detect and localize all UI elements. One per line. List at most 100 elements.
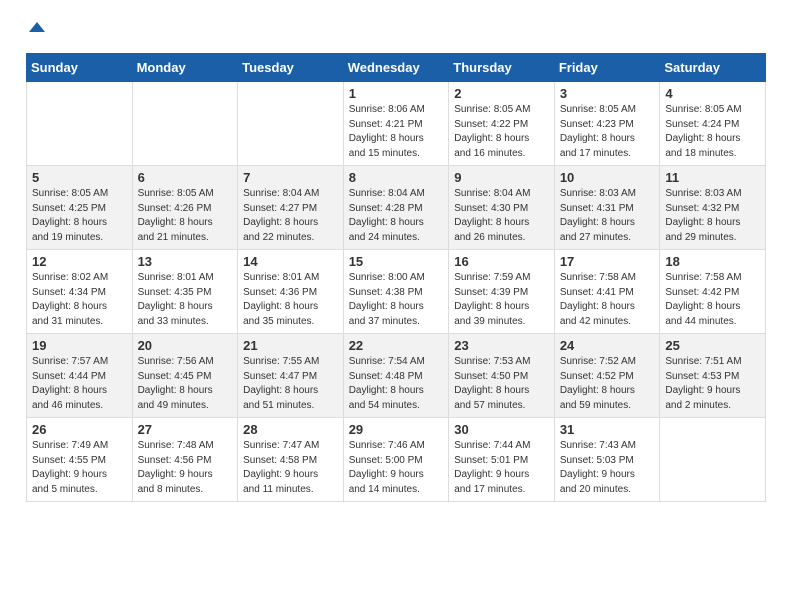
- day-number: 13: [138, 254, 233, 269]
- day-info: Sunrise: 7:53 AM Sunset: 4:50 PM Dayligh…: [454, 355, 549, 413]
- calendar-cell: 10Sunrise: 8:03 AM Sunset: 4:31 PM Dayli…: [554, 166, 660, 250]
- day-info: Sunrise: 7:58 AM Sunset: 4:41 PM Dayligh…: [560, 271, 655, 329]
- day-info: Sunrise: 7:57 AM Sunset: 4:44 PM Dayligh…: [32, 355, 127, 413]
- day-number: 25: [665, 338, 760, 353]
- calendar-cell: 28 Sunrise: 7:47 AM Sunset: 4:58 PM Dayli…: [238, 418, 344, 502]
- calendar-week-row: 12 Sunrise: 8:02 AM Sunset: 4:34 PM Dayli…: [27, 250, 766, 334]
- day-info: Sunrise: 7:51 AM Sunset: 4:53 PM Dayligh…: [665, 355, 760, 413]
- calendar-cell: 6Sunrise: 8:05 AM Sunset: 4:26 PM Daylig…: [132, 166, 238, 250]
- calendar-cell: 8 Sunrise: 8:04 AM Sunset: 4:28 PM Daylig…: [343, 166, 449, 250]
- calendar-cell: [27, 82, 133, 166]
- weekday-header: Tuesday: [238, 54, 344, 82]
- day-number: 14: [243, 254, 338, 269]
- day-number: 24: [560, 338, 655, 353]
- calendar-cell: 27Sunrise: 7:48 AM Sunset: 4:56 PM Dayli…: [132, 418, 238, 502]
- calendar-cell: 26 Sunrise: 7:49 AM Sunset: 4:55 PM Dayli…: [27, 418, 133, 502]
- weekday-header: Monday: [132, 54, 238, 82]
- day-number: 10: [560, 170, 655, 185]
- calendar-cell: 12 Sunrise: 8:02 AM Sunset: 4:34 PM Dayli…: [27, 250, 133, 334]
- day-info: Sunrise: 8:02 AM Sunset: 4:34 PM Dayligh…: [32, 271, 127, 329]
- calendar-cell: 2 Sunrise: 8:05 AM Sunset: 4:22 PM Daylig…: [449, 82, 555, 166]
- day-number: 17: [560, 254, 655, 269]
- day-info: Sunrise: 8:04 AM Sunset: 4:28 PM Dayligh…: [349, 187, 444, 245]
- calendar-week-row: 1 Sunrise: 8:06 AM Sunset: 4:21 PM Daylig…: [27, 82, 766, 166]
- day-number: 9: [454, 170, 549, 185]
- calendar-cell: 21 Sunrise: 7:55 AM Sunset: 4:47 PM Dayli…: [238, 334, 344, 418]
- day-number: 23: [454, 338, 549, 353]
- day-info: Sunrise: 7:43 AM Sunset: 5:03 PM Dayligh…: [560, 439, 655, 497]
- calendar-cell: 7Sunrise: 8:04 AM Sunset: 4:27 PM Daylig…: [238, 166, 344, 250]
- calendar-cell: 4 Sunrise: 8:05 AM Sunset: 4:24 PM Daylig…: [660, 82, 766, 166]
- day-info: Sunrise: 8:05 AM Sunset: 4:23 PM Dayligh…: [560, 103, 655, 161]
- day-info: Sunrise: 7:52 AM Sunset: 4:52 PM Dayligh…: [560, 355, 655, 413]
- calendar-week-row: 19 Sunrise: 7:57 AM Sunset: 4:44 PM Dayli…: [27, 334, 766, 418]
- calendar-cell: 24 Sunrise: 7:52 AM Sunset: 4:52 PM Dayli…: [554, 334, 660, 418]
- logo-icon: [27, 20, 47, 40]
- day-number: 19: [32, 338, 127, 353]
- calendar-table: SundayMondayTuesdayWednesdayThursdayFrid…: [26, 53, 766, 502]
- calendar-week-row: 5 Sunrise: 8:05 AM Sunset: 4:25 PM Daylig…: [27, 166, 766, 250]
- calendar-cell: 17 Sunrise: 7:58 AM Sunset: 4:41 PM Dayli…: [554, 250, 660, 334]
- calendar-cell: 13 Sunrise: 8:01 AM Sunset: 4:35 PM Dayli…: [132, 250, 238, 334]
- day-info: Sunrise: 7:44 AM Sunset: 5:01 PM Dayligh…: [454, 439, 549, 497]
- calendar-cell: 11Sunrise: 8:03 AM Sunset: 4:32 PM Dayli…: [660, 166, 766, 250]
- weekday-header: Thursday: [449, 54, 555, 82]
- calendar-cell: 9 Sunrise: 8:04 AM Sunset: 4:30 PM Daylig…: [449, 166, 555, 250]
- day-info: Sunrise: 7:55 AM Sunset: 4:47 PM Dayligh…: [243, 355, 338, 413]
- day-info: Sunrise: 8:01 AM Sunset: 4:35 PM Dayligh…: [138, 271, 233, 329]
- calendar-cell: 25 Sunrise: 7:51 AM Sunset: 4:53 PM Dayli…: [660, 334, 766, 418]
- day-number: 21: [243, 338, 338, 353]
- day-info: Sunrise: 8:05 AM Sunset: 4:24 PM Dayligh…: [665, 103, 760, 161]
- day-number: 1: [349, 86, 444, 101]
- day-number: 29: [349, 422, 444, 437]
- day-info: Sunrise: 8:04 AM Sunset: 4:30 PM Dayligh…: [454, 187, 549, 245]
- day-info: Sunrise: 8:04 AM Sunset: 4:27 PM Dayligh…: [243, 187, 338, 245]
- day-info: Sunrise: 7:54 AM Sunset: 4:48 PM Dayligh…: [349, 355, 444, 413]
- day-info: Sunrise: 8:00 AM Sunset: 4:38 PM Dayligh…: [349, 271, 444, 329]
- day-info: Sunrise: 7:56 AM Sunset: 4:45 PM Dayligh…: [138, 355, 233, 413]
- weekday-header: Wednesday: [343, 54, 449, 82]
- day-info: Sunrise: 8:05 AM Sunset: 4:25 PM Dayligh…: [32, 187, 127, 245]
- day-info: Sunrise: 8:01 AM Sunset: 4:36 PM Dayligh…: [243, 271, 338, 329]
- day-number: 22: [349, 338, 444, 353]
- day-number: 15: [349, 254, 444, 269]
- calendar-cell: 31Sunrise: 7:43 AM Sunset: 5:03 PM Dayli…: [554, 418, 660, 502]
- day-number: 2: [454, 86, 549, 101]
- day-info: Sunrise: 7:46 AM Sunset: 5:00 PM Dayligh…: [349, 439, 444, 497]
- day-info: Sunrise: 8:06 AM Sunset: 4:21 PM Dayligh…: [349, 103, 444, 161]
- day-number: 3: [560, 86, 655, 101]
- calendar-cell: 16Sunrise: 7:59 AM Sunset: 4:39 PM Dayli…: [449, 250, 555, 334]
- day-info: Sunrise: 8:05 AM Sunset: 4:22 PM Dayligh…: [454, 103, 549, 161]
- calendar-week-row: 26 Sunrise: 7:49 AM Sunset: 4:55 PM Dayli…: [27, 418, 766, 502]
- calendar-cell: [132, 82, 238, 166]
- calendar-cell: 20 Sunrise: 7:56 AM Sunset: 4:45 PM Dayli…: [132, 334, 238, 418]
- calendar-cell: 5 Sunrise: 8:05 AM Sunset: 4:25 PM Daylig…: [27, 166, 133, 250]
- day-number: 4: [665, 86, 760, 101]
- calendar-cell: [660, 418, 766, 502]
- day-number: 8: [349, 170, 444, 185]
- day-number: 11: [665, 170, 760, 185]
- day-info: Sunrise: 7:58 AM Sunset: 4:42 PM Dayligh…: [665, 271, 760, 329]
- calendar-cell: 19 Sunrise: 7:57 AM Sunset: 4:44 PM Dayli…: [27, 334, 133, 418]
- day-number: 5: [32, 170, 127, 185]
- day-number: 27: [138, 422, 233, 437]
- weekday-header: Saturday: [660, 54, 766, 82]
- calendar-header-row: SundayMondayTuesdayWednesdayThursdayFrid…: [27, 54, 766, 82]
- weekday-header: Sunday: [27, 54, 133, 82]
- day-number: 20: [138, 338, 233, 353]
- day-number: 26: [32, 422, 127, 437]
- calendar-cell: 22 Sunrise: 7:54 AM Sunset: 4:48 PM Dayli…: [343, 334, 449, 418]
- day-number: 28: [243, 422, 338, 437]
- calendar-cell: 18Sunrise: 7:58 AM Sunset: 4:42 PM Dayli…: [660, 250, 766, 334]
- day-number: 12: [32, 254, 127, 269]
- calendar-cell: 29 Sunrise: 7:46 AM Sunset: 5:00 PM Dayli…: [343, 418, 449, 502]
- calendar-cell: 30Sunrise: 7:44 AM Sunset: 5:01 PM Dayli…: [449, 418, 555, 502]
- logo: [25, 20, 47, 45]
- calendar-cell: 15 Sunrise: 8:00 AM Sunset: 4:38 PM Dayli…: [343, 250, 449, 334]
- day-number: 16: [454, 254, 549, 269]
- page-header: [10, 10, 782, 53]
- day-info: Sunrise: 8:05 AM Sunset: 4:26 PM Dayligh…: [138, 187, 233, 245]
- day-info: Sunrise: 7:49 AM Sunset: 4:55 PM Dayligh…: [32, 439, 127, 497]
- day-info: Sunrise: 7:47 AM Sunset: 4:58 PM Dayligh…: [243, 439, 338, 497]
- calendar-cell: 1 Sunrise: 8:06 AM Sunset: 4:21 PM Daylig…: [343, 82, 449, 166]
